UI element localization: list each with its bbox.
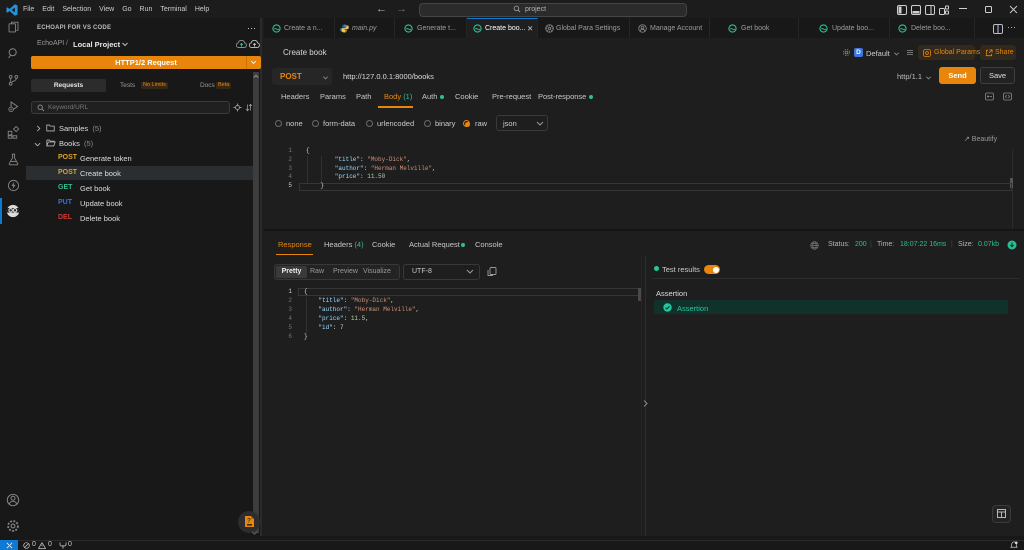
- svg-text:?: ?: [247, 519, 251, 525]
